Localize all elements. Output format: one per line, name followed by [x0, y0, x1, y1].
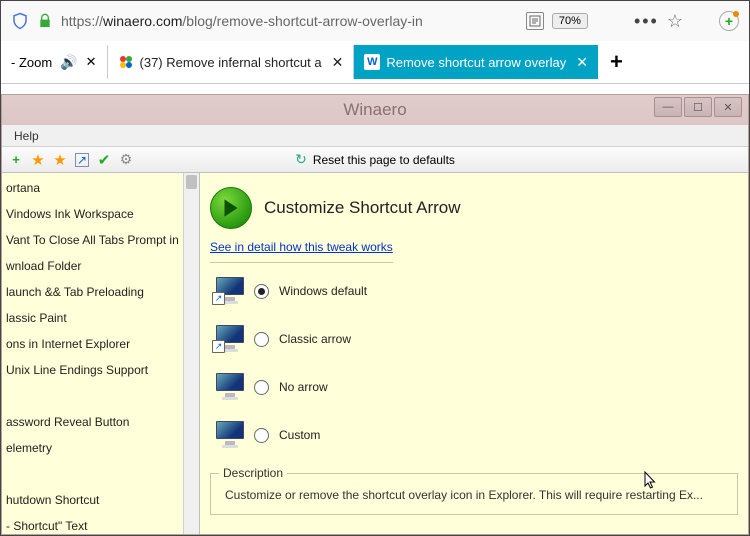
sidebar-item[interactable]: Unix Line Endings Support	[2, 357, 199, 383]
titlebar[interactable]: Winaero — ☐ ✕	[2, 95, 748, 125]
extension-icon[interactable]: +	[719, 11, 739, 31]
tab-label: Remove shortcut arrow overlay	[386, 55, 566, 70]
toolbar-gear-icon[interactable]: ⚙	[116, 150, 136, 170]
sidebar-item[interactable]: lassic Paint	[2, 305, 199, 331]
monitor-icon: ↗	[212, 323, 244, 355]
radio-button[interactable]	[254, 380, 269, 395]
tab-close-icon[interactable]: ✕	[576, 54, 588, 71]
lock-icon[interactable]	[37, 13, 53, 29]
shortcut-badge-icon: ↗	[212, 340, 225, 353]
sidebar-item[interactable]: ortana	[2, 175, 199, 201]
toolbar-star-half-icon[interactable]: ★	[28, 150, 48, 170]
toolbar-add-button[interactable]: +	[6, 150, 26, 170]
tab-inactive[interactable]: (37) Remove infernal shortcut a ✕	[108, 45, 355, 79]
tab-label: (37) Remove infernal shortcut a	[140, 55, 322, 70]
description-text: Customize or remove the shortcut overlay…	[225, 488, 723, 502]
app-title: Winaero	[343, 100, 406, 120]
sidebar-item[interactable]: elemetry	[2, 435, 199, 461]
close-button[interactable]: ✕	[714, 97, 742, 117]
option-row[interactable]: Custom	[210, 411, 738, 459]
option-row[interactable]: ↗ Windows default	[210, 267, 738, 315]
radio-button[interactable]	[254, 284, 269, 299]
sidebar-item	[2, 461, 199, 487]
tweak-details-link[interactable]: See in detail how this tweak works	[210, 240, 393, 263]
option-label: Custom	[279, 428, 320, 442]
bookmark-star-icon[interactable]: ☆	[667, 11, 683, 32]
option-label: Windows default	[279, 284, 367, 298]
scrollbar-up-icon[interactable]	[186, 175, 197, 189]
sidebar-item[interactable]: assword Reveal Button	[2, 409, 199, 435]
reset-defaults-button[interactable]: ↻ Reset this page to defaults	[295, 151, 455, 168]
sidebar-item[interactable]: - Shortcut" Text	[2, 513, 199, 534]
sidebar-item	[2, 383, 199, 409]
tab-active[interactable]: W Remove shortcut arrow overlay ✕	[354, 45, 598, 79]
favicon-icon: W	[364, 54, 380, 70]
option-row[interactable]: ↗ Classic arrow	[210, 315, 738, 363]
monitor-icon	[212, 419, 244, 451]
sidebar-scrollbar[interactable]	[183, 173, 199, 534]
sidebar-item[interactable]: ons in Internet Explorer	[2, 331, 199, 357]
zoom-percentage[interactable]: 70%	[552, 13, 588, 29]
option-label: No arrow	[279, 380, 328, 394]
sidebar-item[interactable]: Vindows Ink Workspace	[2, 201, 199, 227]
description-box: Description Customize or remove the shor…	[210, 473, 738, 515]
speaker-icon[interactable]: 🔊	[60, 54, 77, 71]
menu-dots-icon[interactable]: •••	[634, 11, 659, 32]
sidebar: ortanaVindows Ink WorkspaceVant To Close…	[2, 173, 200, 534]
monitor-icon	[212, 371, 244, 403]
radio-button[interactable]	[254, 332, 269, 347]
toolbar-star-icon[interactable]: ★	[50, 150, 70, 170]
sidebar-item[interactable]: Vant To Close All Tabs Prompt in	[2, 227, 199, 253]
favicon-icon	[118, 54, 134, 70]
app-window: Winaero — ☐ ✕ Help + ★ ★ ↗ ✔ ⚙ ↻ Reset t…	[1, 94, 749, 535]
shortcut-arrow-hero-icon	[210, 187, 252, 229]
sidebar-item[interactable]: launch && Tab Preloading	[2, 279, 199, 305]
tracking-shield-icon[interactable]	[11, 12, 29, 30]
monitor-icon: ↗	[212, 275, 244, 307]
page-title: Customize Shortcut Arrow	[264, 198, 461, 218]
toolbar-check-icon[interactable]: ✔	[94, 150, 114, 170]
minimize-button[interactable]: —	[654, 97, 682, 117]
radio-button[interactable]	[254, 428, 269, 443]
menu-help[interactable]: Help	[8, 127, 45, 145]
reader-mode-icon[interactable]	[526, 12, 544, 30]
option-row[interactable]: No arrow	[210, 363, 738, 411]
maximize-button[interactable]: ☐	[684, 97, 712, 117]
tab-close-icon[interactable]: ✕	[332, 54, 344, 71]
sidebar-item[interactable]: hutdown Shortcut	[2, 487, 199, 513]
url-display[interactable]: https://winaero.com/blog/remove-shortcut…	[61, 13, 518, 29]
shortcut-badge-icon: ↗	[212, 292, 225, 305]
sidebar-item[interactable]: wnload Folder	[2, 253, 199, 279]
option-label: Classic arrow	[279, 332, 351, 346]
refresh-icon: ↻	[295, 151, 307, 168]
toolbar-external-icon[interactable]: ↗	[72, 150, 92, 170]
main-panel: Customize Shortcut Arrow See in detail h…	[200, 173, 748, 534]
zoom-minus-label: - Zoom	[11, 55, 52, 70]
new-tab-button[interactable]: +	[598, 49, 635, 75]
description-legend: Description	[219, 466, 287, 480]
zoom-close-icon[interactable]: ✕	[86, 54, 97, 70]
